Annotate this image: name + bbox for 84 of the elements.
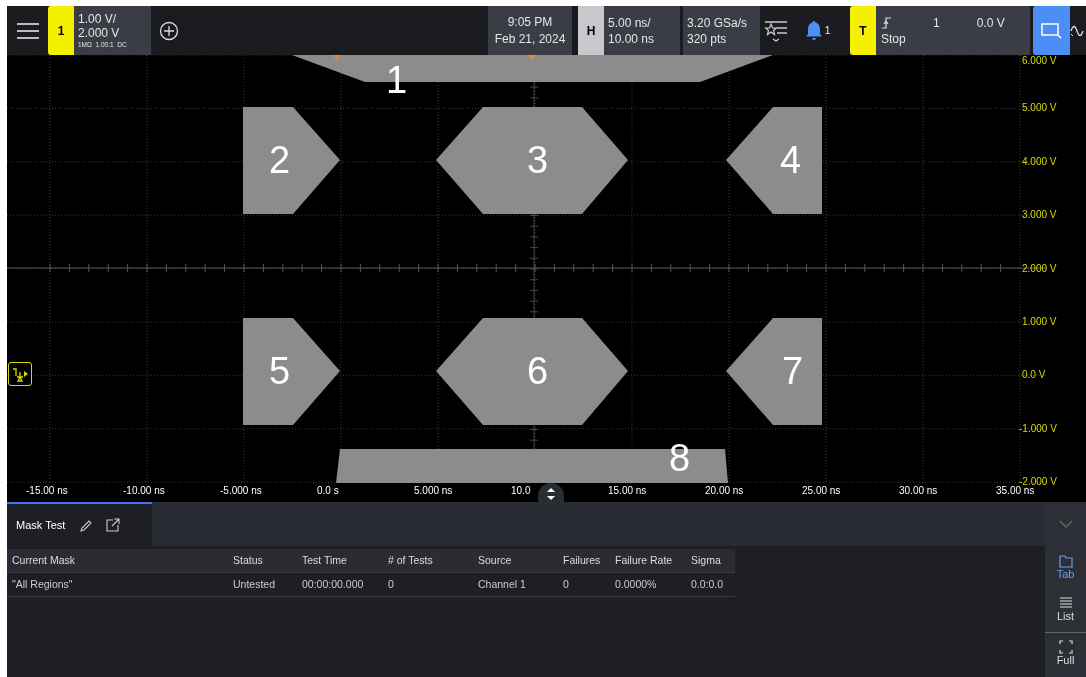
up-down-arrows-icon bbox=[546, 487, 556, 501]
time-label: 25.00 ns bbox=[802, 485, 841, 497]
pencil-icon[interactable] bbox=[79, 518, 93, 532]
time-label: 20.00 ns bbox=[705, 485, 744, 497]
time-label: 5.000 ns bbox=[414, 485, 453, 497]
add-icon bbox=[159, 20, 179, 41]
table-cell-text: 00:00:00.000 bbox=[301, 576, 365, 592]
pop-out-icon[interactable] bbox=[106, 518, 121, 532]
tab-label: Mask Test bbox=[16, 517, 66, 533]
record-length: 320 pts bbox=[687, 30, 728, 47]
notification-count: 1 bbox=[824, 23, 831, 39]
view-full-button[interactable]: Full bbox=[1045, 632, 1086, 674]
list-icon bbox=[1058, 595, 1073, 610]
voltage-label: 6.000 V bbox=[1022, 55, 1057, 67]
region-number: 5 bbox=[269, 351, 291, 391]
clock-date: Feb 21, 2024 bbox=[494, 30, 566, 48]
voltage-label: 2.000 V bbox=[1022, 262, 1057, 275]
column-header: Status bbox=[232, 552, 264, 568]
table-cell-text: Channel 1 bbox=[477, 576, 527, 592]
trigger-marker-button[interactable] bbox=[8, 362, 32, 386]
star-filter-icon bbox=[764, 18, 788, 43]
region-number: 3 bbox=[527, 140, 549, 180]
column-header: Failures bbox=[562, 552, 602, 568]
column-header: Failure Rate bbox=[614, 552, 674, 568]
region-number: 7 bbox=[782, 351, 804, 391]
horizontal-position: 10.00 ns bbox=[608, 30, 656, 47]
column-header: Current Mask bbox=[11, 552, 76, 568]
time-label: 10.0 bbox=[511, 485, 531, 497]
column-header: Source bbox=[477, 552, 513, 568]
horizontal-panel[interactable]: 5.00 ns/ 10.00 ns bbox=[604, 6, 680, 55]
rectangle-icon bbox=[1041, 22, 1062, 39]
trigger-state: Stop bbox=[881, 30, 907, 47]
column-header: Test Time bbox=[301, 552, 348, 568]
view-list-button[interactable]: List bbox=[1045, 588, 1086, 630]
horizontal-scale: 5.00 ns/ bbox=[608, 14, 652, 31]
full-icon bbox=[1058, 640, 1073, 654]
channel-offset: 2.000 V bbox=[78, 26, 121, 40]
voltage-label: -2.000 V bbox=[1019, 476, 1057, 488]
table-cell-text: 0.0:0.0 bbox=[690, 576, 725, 592]
channel-badge[interactable]: 1 bbox=[48, 6, 74, 55]
horizontal-badge[interactable]: H bbox=[578, 6, 604, 55]
time-label: -5.000 ns bbox=[220, 485, 262, 497]
trigger-panel[interactable]: 1 0.0 V Stop bbox=[876, 6, 1030, 55]
column-header: Sigma bbox=[690, 552, 722, 568]
rising-edge-icon bbox=[881, 16, 892, 29]
time-label: 0.0 s bbox=[317, 485, 339, 497]
panel-resize-handle[interactable] bbox=[538, 483, 564, 502]
table-cell-text: Untested bbox=[232, 576, 277, 592]
voltage-label: 4.000 V bbox=[1022, 155, 1057, 168]
clock-time: 9:05 PM bbox=[507, 13, 553, 31]
time-label: -10.00 ns bbox=[123, 485, 165, 497]
table-cell-text: "All Regions" bbox=[11, 576, 74, 592]
mask-test-tab[interactable]: Mask Test bbox=[7, 502, 152, 546]
channel-scale: 1.00 V/ bbox=[78, 12, 118, 26]
sample-rate: 3.20 GSa/s bbox=[687, 14, 749, 31]
voltage-label: 0.0 V bbox=[1022, 369, 1046, 382]
notifications-button[interactable]: 1 bbox=[800, 6, 836, 55]
region-number: 4 bbox=[780, 140, 802, 180]
time-label: 30.00 ns bbox=[899, 485, 938, 497]
view-tab-button[interactable]: Tab bbox=[1045, 546, 1086, 588]
menu-icon bbox=[14, 20, 41, 41]
clock-panel[interactable]: 9:05 PM Feb 21, 2024 bbox=[488, 6, 572, 55]
chevron-down-icon bbox=[1058, 519, 1073, 529]
bell-icon bbox=[805, 20, 824, 41]
column-header: # of Tests bbox=[387, 552, 434, 568]
trigger-level-icon bbox=[11, 366, 29, 382]
tab-icon bbox=[1058, 553, 1073, 568]
time-label: -15.00 ns bbox=[26, 485, 68, 497]
voltage-label: 5.000 V bbox=[1022, 102, 1057, 115]
trigger-badge[interactable]: T bbox=[850, 6, 876, 55]
region-number: 2 bbox=[269, 140, 291, 180]
time-label: 15.00 ns bbox=[608, 485, 647, 497]
table-cell-text: 0 bbox=[562, 576, 570, 592]
trigger-level: 0.0 V bbox=[976, 14, 1005, 31]
region-number: 8 bbox=[669, 438, 691, 478]
acquisition-panel[interactable]: 3.20 GSa/s 320 pts bbox=[683, 6, 760, 55]
voltage-label: 3.000 V bbox=[1022, 209, 1057, 222]
voltage-label: 1.000 V bbox=[1022, 316, 1057, 328]
table-cell-text: 0.0000% bbox=[614, 576, 658, 592]
trigger-source: 1 bbox=[933, 14, 940, 31]
table-cell-text: 0 bbox=[387, 576, 395, 592]
time-label: 35.00 ns bbox=[996, 485, 1035, 497]
voltage-label: -1.000 V bbox=[1019, 422, 1057, 435]
region-number: 6 bbox=[527, 351, 549, 391]
